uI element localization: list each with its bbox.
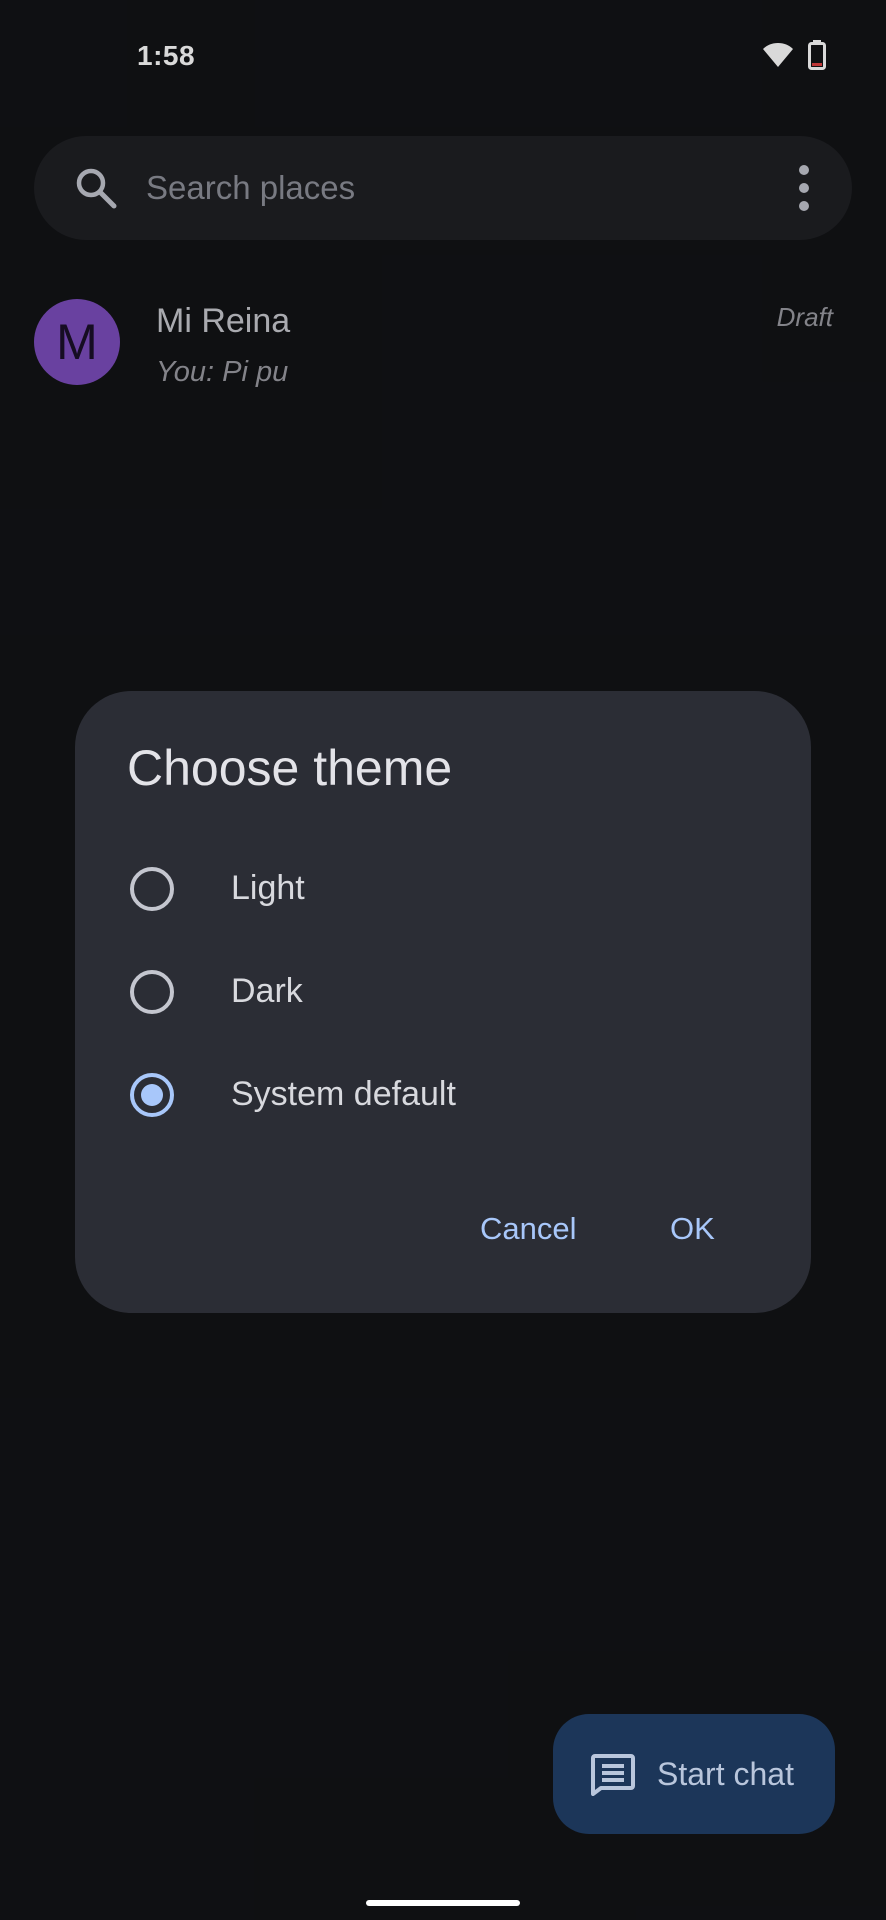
- theme-option-system-default[interactable]: System default: [75, 1045, 811, 1145]
- option-label-dark: Dark: [231, 972, 303, 1010]
- choose-theme-dialog: Choose theme Light Dark System default C…: [75, 691, 811, 1313]
- option-label-light: Light: [231, 869, 305, 907]
- gesture-navigation-bar[interactable]: [366, 1900, 520, 1906]
- theme-option-dark[interactable]: Dark: [75, 942, 811, 1042]
- cancel-button[interactable]: Cancel: [480, 1211, 577, 1247]
- radio-light[interactable]: [130, 867, 174, 911]
- app-screen: 1:58 M Mi Reina You: Pi pu Draft Ch: [0, 0, 886, 1920]
- option-label-system-default: System default: [231, 1075, 456, 1113]
- dialog-title: Choose theme: [127, 740, 453, 796]
- theme-option-light[interactable]: Light: [75, 839, 811, 939]
- start-chat-button[interactable]: Start chat: [553, 1714, 835, 1834]
- radio-system-default[interactable]: [130, 1073, 174, 1117]
- ok-button[interactable]: OK: [670, 1211, 715, 1247]
- message-icon: [591, 1754, 635, 1796]
- start-chat-label: Start chat: [657, 1756, 794, 1792]
- radio-dark[interactable]: [130, 970, 174, 1014]
